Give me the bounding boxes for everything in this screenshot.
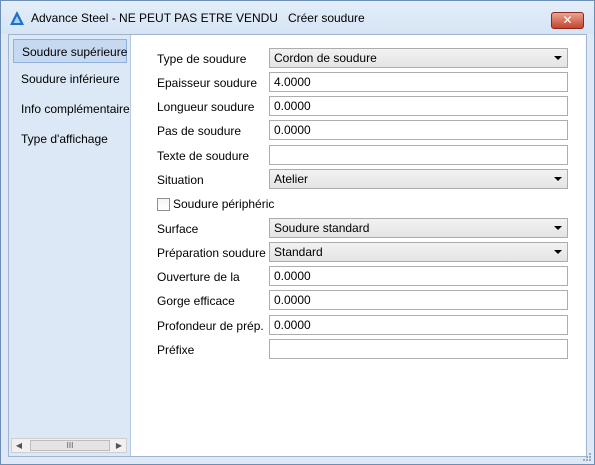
title-bar[interactable]: Advance Steel - NE PEUT PAS ETRE VENDU C… bbox=[1, 1, 594, 34]
type-soudure-label: Type de soudure bbox=[157, 52, 247, 66]
scroll-left-icon[interactable]: ◀ bbox=[12, 439, 26, 452]
type-soudure-value: Cordon de soudure bbox=[274, 51, 377, 65]
prefixe-field[interactable] bbox=[269, 339, 568, 359]
chevron-down-icon bbox=[554, 56, 562, 60]
type-soudure-select[interactable]: Cordon de soudure bbox=[269, 48, 568, 68]
dialog-window: Advance Steel - NE PEUT PAS ETRE VENDU C… bbox=[0, 0, 595, 465]
profondeur-preparation-field[interactable]: 0.0000 bbox=[269, 315, 568, 335]
advance-steel-logo-icon bbox=[10, 11, 24, 25]
surface-select[interactable]: Soudure standard bbox=[269, 218, 568, 238]
epaisseur-soudure-label: Epaisseur soudure bbox=[157, 76, 258, 90]
preparation-soudure-label: Préparation soudure bbox=[157, 246, 266, 260]
preparation-soudure-select[interactable]: Standard bbox=[269, 242, 568, 262]
gorge-efficace-field[interactable]: 0.0000 bbox=[269, 290, 568, 310]
longueur-soudure-field[interactable]: 0.0000 bbox=[269, 96, 568, 116]
pas-soudure-label: Pas de soudure bbox=[157, 124, 242, 138]
category-sidebar: Soudure supérieure Soudure inférieure In… bbox=[9, 35, 131, 456]
longueur-soudure-label: Longueur soudure bbox=[157, 100, 255, 114]
situation-value: Atelier bbox=[274, 172, 309, 186]
soudure-peripherique-label[interactable]: Soudure périphéric bbox=[173, 197, 274, 211]
sidebar-item-soudure-superieure[interactable]: Soudure supérieure bbox=[13, 39, 127, 63]
situation-label: Situation bbox=[157, 173, 204, 187]
chevron-down-icon bbox=[554, 226, 562, 230]
chevron-down-icon bbox=[554, 177, 562, 181]
surface-label: Surface bbox=[157, 222, 199, 236]
scroll-right-icon[interactable]: ▶ bbox=[112, 439, 126, 452]
prefixe-label: Préfixe bbox=[157, 343, 195, 357]
sidebar-item-soudure-inferieure[interactable]: Soudure inférieure bbox=[13, 67, 127, 91]
profondeur-preparation-label: Profondeur de prép. bbox=[157, 319, 264, 333]
sidebar-item-type-affichage[interactable]: Type d'affichage bbox=[13, 127, 127, 151]
preparation-soudure-value: Standard bbox=[274, 245, 323, 259]
sidebar-item-info-complementaire[interactable]: Info complémentaire bbox=[13, 97, 130, 121]
ouverture-field[interactable]: 0.0000 bbox=[269, 266, 568, 286]
close-button[interactable]: ✕ bbox=[551, 12, 584, 29]
window-title: Advance Steel - NE PEUT PAS ETRE VENDU C… bbox=[31, 11, 365, 25]
ouverture-label: Ouverture de la bbox=[157, 270, 240, 284]
soudure-peripherique-checkbox[interactable] bbox=[157, 198, 170, 211]
scroll-thumb[interactable]: III bbox=[30, 440, 110, 451]
resize-grip-icon[interactable] bbox=[582, 452, 592, 462]
surface-value: Soudure standard bbox=[274, 221, 370, 235]
pas-soudure-field[interactable]: 0.0000 bbox=[269, 120, 568, 140]
dialog-content: Soudure supérieure Soudure inférieure In… bbox=[8, 34, 587, 457]
situation-select[interactable]: Atelier bbox=[269, 169, 568, 189]
gorge-efficace-label: Gorge efficace bbox=[157, 294, 235, 308]
sidebar-horizontal-scrollbar[interactable]: ◀ III ▶ bbox=[11, 438, 127, 453]
texte-soudure-field[interactable] bbox=[269, 145, 568, 165]
epaisseur-soudure-field[interactable]: 4.0000 bbox=[269, 72, 568, 92]
chevron-down-icon bbox=[554, 250, 562, 254]
texte-soudure-label: Texte de soudure bbox=[157, 149, 250, 163]
